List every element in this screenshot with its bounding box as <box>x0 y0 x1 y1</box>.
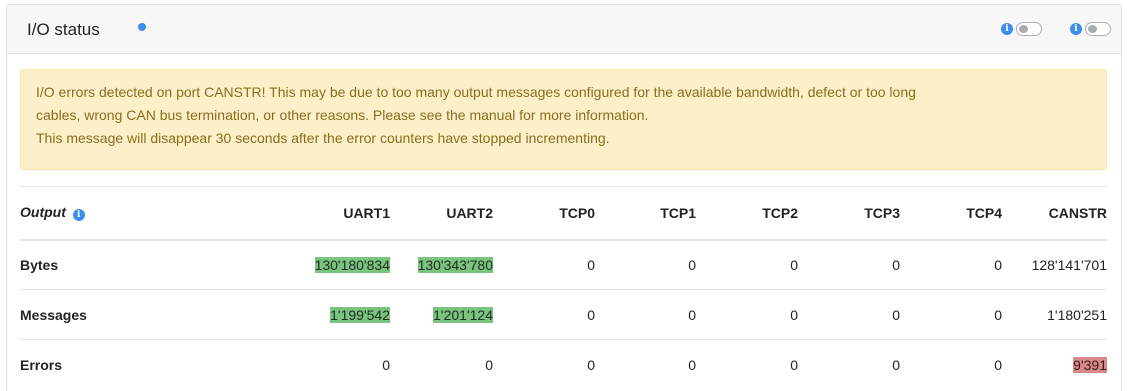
info-icon[interactable]: i <box>1070 23 1082 35</box>
table-header-row: Output i UART1 UART2 TCP0 TCP1 TCP2 TCP3… <box>20 186 1107 241</box>
cell-value: 1'201'124 <box>433 306 493 323</box>
table-cell: 9'391 <box>1002 339 1107 390</box>
toggle-switch-2[interactable] <box>1085 22 1111 36</box>
table-cell: 0 <box>279 339 390 390</box>
table-cell: 0 <box>696 239 798 290</box>
column-header: TCP2 <box>696 186 798 241</box>
cell-value-error: 9'391 <box>1073 356 1107 373</box>
column-header: UART2 <box>390 186 493 241</box>
table-cell: 0 <box>493 289 595 340</box>
table-cell: 0 <box>390 339 493 390</box>
cell-value: 130'343'780 <box>417 256 493 273</box>
table-cell: 0 <box>493 339 595 390</box>
toggle-switch-1[interactable] <box>1016 22 1042 36</box>
table-cell: 1'180'251 <box>1002 289 1107 340</box>
table-cell: 0 <box>798 239 900 290</box>
alert-line-1: I/O errors detected on port CANSTR! This… <box>36 84 916 100</box>
table-row-errors: Errors 0 0 0 0 0 0 0 9'391 <box>20 339 1107 390</box>
column-header: TCP0 <box>493 186 595 241</box>
alert-line-3: This message will disappear 30 seconds a… <box>36 130 610 146</box>
output-column-header: Output i <box>20 186 279 241</box>
column-header: TCP4 <box>900 186 1002 241</box>
row-label: Errors <box>20 339 279 390</box>
table-cell: 1'199'542 <box>279 289 390 340</box>
output-label: Output <box>20 204 66 221</box>
table-cell: 130'343'780 <box>390 239 493 290</box>
table-cell: 128'141'701 <box>1002 239 1107 290</box>
table-cell: 0 <box>595 239 696 290</box>
table-row-messages: Messages 1'199'542 1'201'124 0 0 0 0 0 1… <box>20 289 1107 340</box>
io-status-table: Output i UART1 UART2 TCP0 TCP1 TCP2 TCP3… <box>20 186 1107 390</box>
toggle-group-2: i <box>1070 22 1111 36</box>
table-cell: 0 <box>900 239 1002 290</box>
cell-value: 130'180'834 <box>314 256 390 273</box>
table-row-bytes: Bytes 130'180'834 130'343'780 0 0 0 0 0 … <box>20 239 1107 290</box>
card-header: I/O status i i <box>7 5 1121 54</box>
cell-value: 1'199'542 <box>330 306 390 323</box>
row-label: Bytes <box>20 239 279 290</box>
info-icon[interactable]: i <box>1001 23 1013 35</box>
table-cell: 0 <box>493 239 595 290</box>
row-label: Messages <box>20 289 279 340</box>
column-header: TCP3 <box>798 186 900 241</box>
column-header: TCP1 <box>595 186 696 241</box>
table-cell: 0 <box>900 339 1002 390</box>
table-cell: 0 <box>798 289 900 340</box>
card-title: I/O status <box>27 20 100 39</box>
column-header: CANSTR <box>1002 186 1107 241</box>
table-cell: 0 <box>900 289 1002 340</box>
table-cell: 0 <box>696 289 798 340</box>
status-dot <box>138 23 146 31</box>
table-cell: 0 <box>798 339 900 390</box>
alert-line-2: cables, wrong CAN bus termination, or ot… <box>36 107 649 123</box>
toggle-group-1: i <box>1001 22 1042 36</box>
table-cell: 0 <box>696 339 798 390</box>
table-cell: 130'180'834 <box>279 239 390 290</box>
column-header: UART1 <box>279 186 390 241</box>
table-cell: 1'201'124 <box>390 289 493 340</box>
io-error-alert: I/O errors detected on port CANSTR! This… <box>20 69 1107 170</box>
info-icon[interactable]: i <box>72 209 85 222</box>
table-cell: 0 <box>595 289 696 340</box>
table-cell: 0 <box>595 339 696 390</box>
